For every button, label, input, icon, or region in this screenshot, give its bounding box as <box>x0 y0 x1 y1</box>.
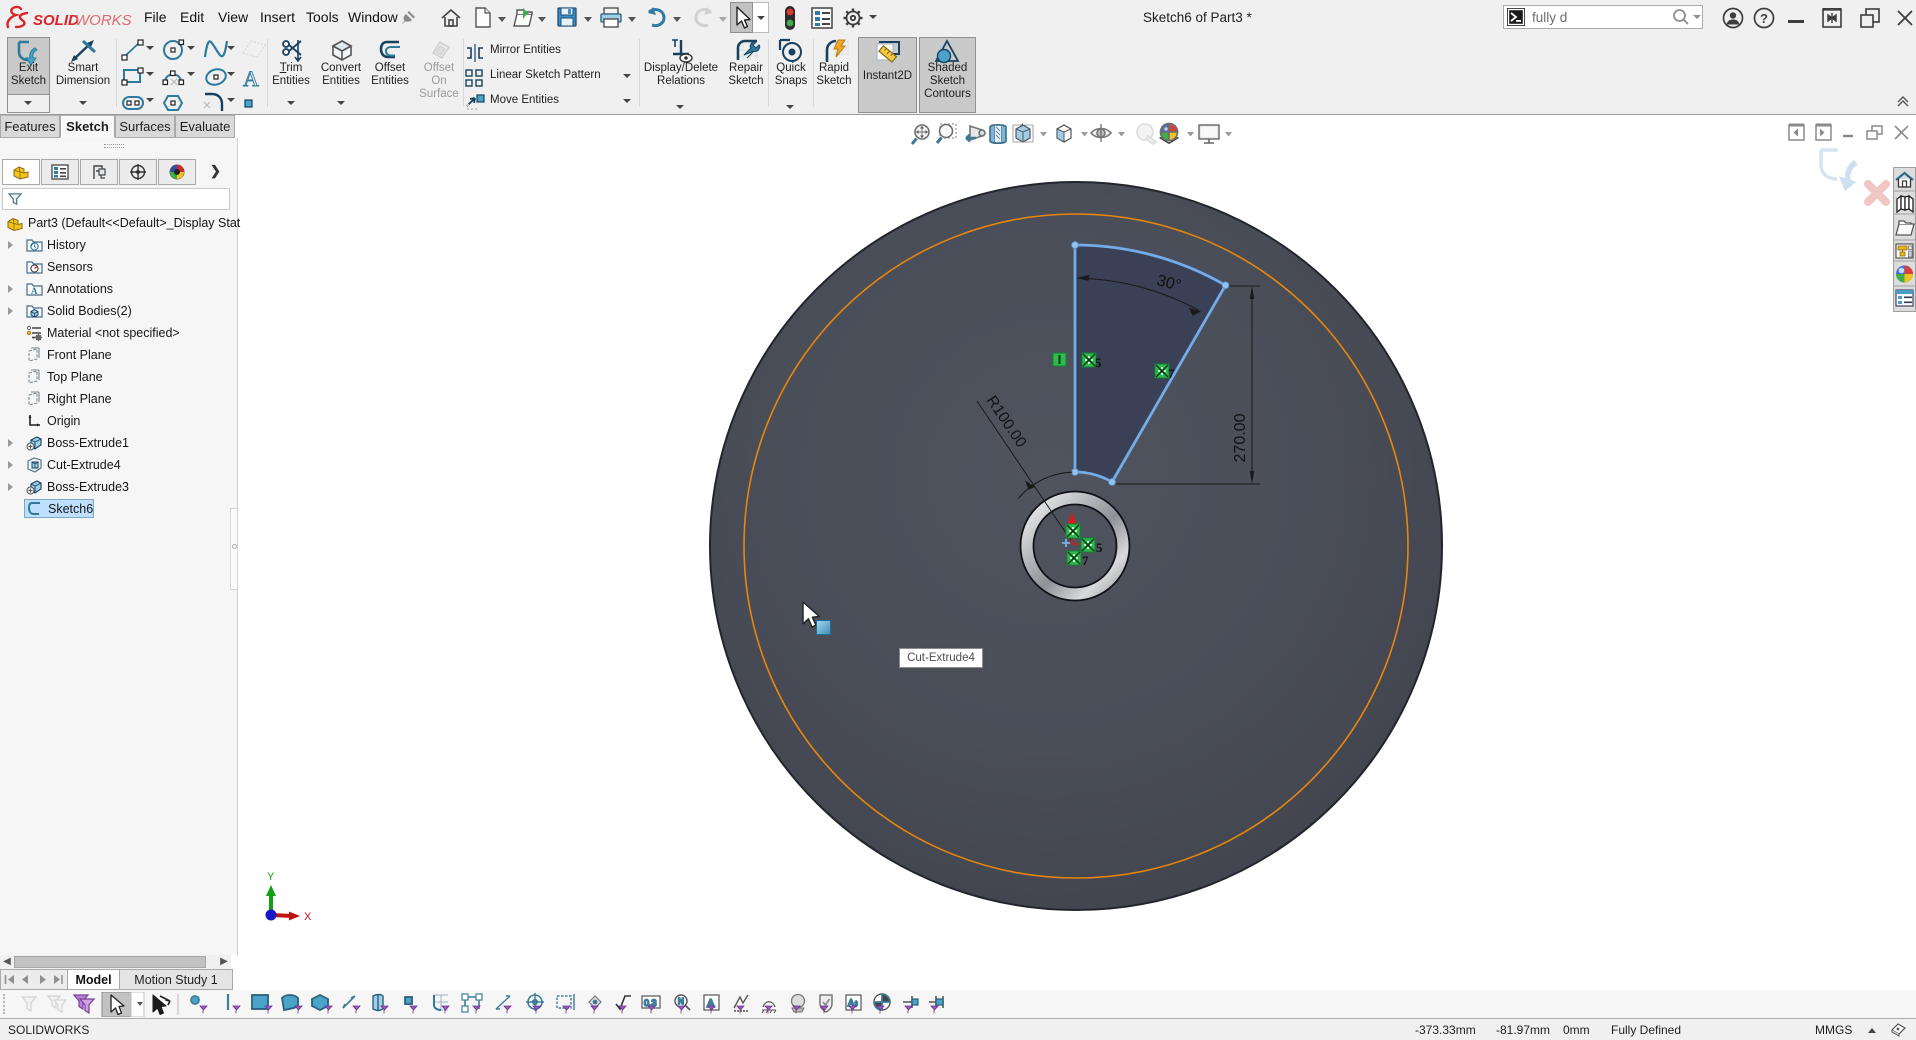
svg-text:X: X <box>304 911 312 923</box>
svg-text:SOLID: SOLID <box>33 12 79 29</box>
svg-text:7: 7 <box>1168 366 1175 381</box>
svg-text:Y: Y <box>267 871 275 883</box>
svg-text:N: N <box>678 997 684 1006</box>
svg-text:A: A <box>31 286 38 296</box>
svg-text:A: A <box>243 66 259 91</box>
svg-text:5: 5 <box>1096 540 1103 555</box>
svg-text:WORKS: WORKS <box>75 12 132 29</box>
svg-text:?: ? <box>1760 11 1768 26</box>
svg-text:5: 5 <box>1095 355 1102 370</box>
svg-text:270.00: 270.00 <box>1232 413 1249 462</box>
svg-text:7: 7 <box>1082 553 1089 568</box>
